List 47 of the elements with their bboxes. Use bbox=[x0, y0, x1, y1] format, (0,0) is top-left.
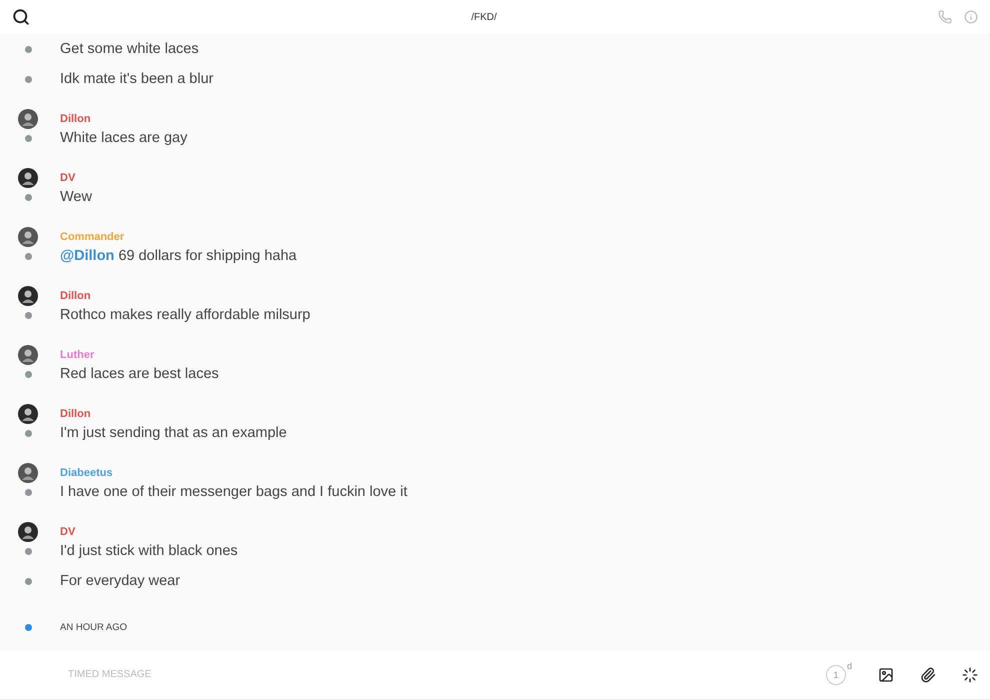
avatar bbox=[18, 522, 38, 542]
message-dot bbox=[24, 488, 32, 496]
author-name: Dillon bbox=[60, 113, 92, 125]
message-text: Wew bbox=[60, 189, 93, 205]
paperclip-button[interactable] bbox=[920, 666, 936, 682]
search-button[interactable] bbox=[12, 8, 30, 26]
author-name: DV bbox=[60, 172, 76, 184]
message-dot bbox=[24, 430, 32, 436]
message-text: I'm just sending that as an example bbox=[60, 425, 288, 441]
message-dot bbox=[24, 46, 32, 52]
message-dot bbox=[24, 134, 32, 142]
message-text: I'd just stick with black ones bbox=[60, 543, 239, 559]
message-text: Idk mate it's been a blur bbox=[60, 71, 214, 87]
message-text: For everyday wear bbox=[60, 573, 182, 589]
author-name: Diabeetus bbox=[60, 467, 114, 479]
message-text: White laces are gay bbox=[60, 130, 188, 146]
message-text: I have one of their messenger bags and I fuckin love it bbox=[60, 484, 408, 500]
author-name: Commander bbox=[60, 231, 126, 243]
message-text: Get some white laces bbox=[60, 41, 200, 57]
message-dot bbox=[24, 370, 32, 378]
image-button[interactable] bbox=[878, 666, 894, 682]
message-input[interactable]: TIMED MESSAGE bbox=[62, 663, 800, 686]
author-name: Dillon bbox=[60, 290, 92, 302]
composer-bar[interactable]: TIMED MESSAGE 1 d bbox=[0, 650, 990, 700]
timestamp: AN HOUR AGO bbox=[60, 622, 128, 632]
author-name: DV bbox=[60, 526, 76, 538]
avatar bbox=[18, 227, 38, 247]
message-text: Rothco makes really affordable milsurp bbox=[60, 307, 312, 323]
message-text: Red laces are best laces bbox=[60, 366, 220, 382]
avatar bbox=[18, 286, 38, 306]
avatar bbox=[18, 168, 38, 188]
message-dot bbox=[24, 312, 32, 318]
avatar bbox=[18, 463, 38, 483]
message-dot bbox=[24, 194, 32, 200]
message-dot bbox=[24, 578, 32, 584]
spinner-button[interactable] bbox=[962, 666, 978, 682]
chat-title: /FKD/ bbox=[470, 12, 498, 22]
message-text: @Dillon 69 dollars for shipping haha bbox=[60, 248, 298, 264]
message-dot bbox=[24, 548, 32, 554]
avatar bbox=[18, 345, 38, 365]
author-name: Dillon bbox=[60, 408, 92, 420]
message-dot bbox=[24, 252, 32, 260]
author-name: Luther bbox=[60, 349, 96, 361]
timestamp-dot bbox=[24, 624, 32, 630]
message-dot bbox=[24, 76, 32, 82]
avatar bbox=[18, 404, 38, 424]
avatar bbox=[18, 109, 38, 129]
